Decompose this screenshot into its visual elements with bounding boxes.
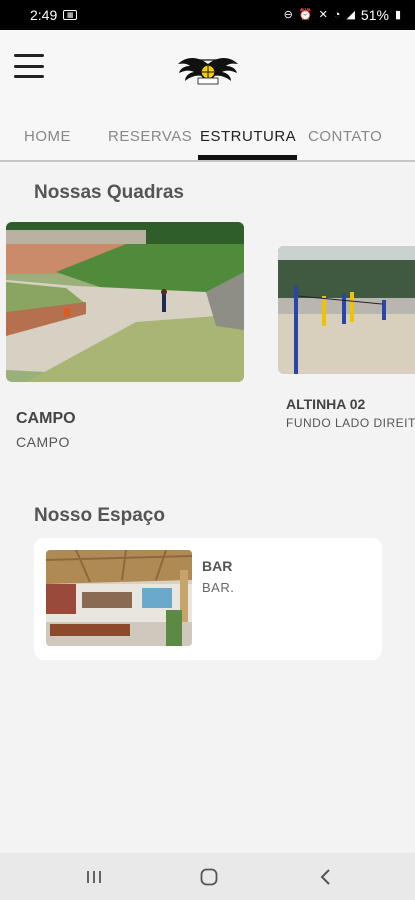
court-description: FUNDO LADO DIREITO. <box>286 416 415 430</box>
status-bar: 2:49 ▦ ⊖ ⏰ ✕ ◔ ◢ 51% ▮ <box>0 0 415 30</box>
system-nav-bar <box>0 853 415 900</box>
space-description: BAR. <box>202 580 235 595</box>
court-name: ALTINHA 02 <box>286 396 366 412</box>
winged-ball-logo <box>178 58 238 85</box>
mute-icon: ✕ <box>318 8 328 21</box>
tab-reservas[interactable]: RESERVAS <box>108 128 192 145</box>
battery-percent: 51% <box>360 7 389 23</box>
court-photo-campo <box>6 222 244 382</box>
home-icon[interactable] <box>197 865 221 889</box>
tab-home[interactable]: HOME <box>24 128 71 145</box>
hamburger-menu-icon[interactable] <box>14 54 44 78</box>
alarm-icon: ⏰ <box>298 8 313 21</box>
wifi-icon: ◔ <box>333 8 341 21</box>
recent-apps-icon[interactable] <box>82 865 106 889</box>
back-icon[interactable] <box>314 865 338 889</box>
court-photo-altinha-02 <box>278 246 415 374</box>
space-card-bar[interactable]: BAR BAR. <box>34 538 382 660</box>
court-name: CAMPO <box>16 410 76 427</box>
space-photo-bar <box>46 550 192 646</box>
space-name: BAR <box>202 558 233 574</box>
image-icon: ▦ <box>63 10 78 20</box>
link-icon: ⊖ <box>283 8 293 21</box>
app-header <box>0 30 415 112</box>
battery-icon: ▮ <box>394 8 401 21</box>
tab-bar: HOME RESERVAS ESTRUTURA CONTATO <box>0 112 415 162</box>
tab-contato[interactable]: CONTATO <box>308 128 382 145</box>
courts-section-title: Nossas Quadras <box>34 182 184 203</box>
active-tab-indicator <box>198 155 297 160</box>
signal-icon: ◢ <box>346 8 355 21</box>
status-time: 2:49 <box>30 7 58 23</box>
court-description: CAMPO <box>16 434 70 450</box>
court-card-campo[interactable]: CAMPO CAMPO <box>6 222 246 462</box>
court-card-altinha-02[interactable]: ALTINHA 02 FUNDO LADO DIREITO. <box>278 246 415 436</box>
spaces-section-title: Nosso Espaço <box>34 505 165 526</box>
tab-estrutura[interactable]: ESTRUTURA <box>200 128 296 145</box>
